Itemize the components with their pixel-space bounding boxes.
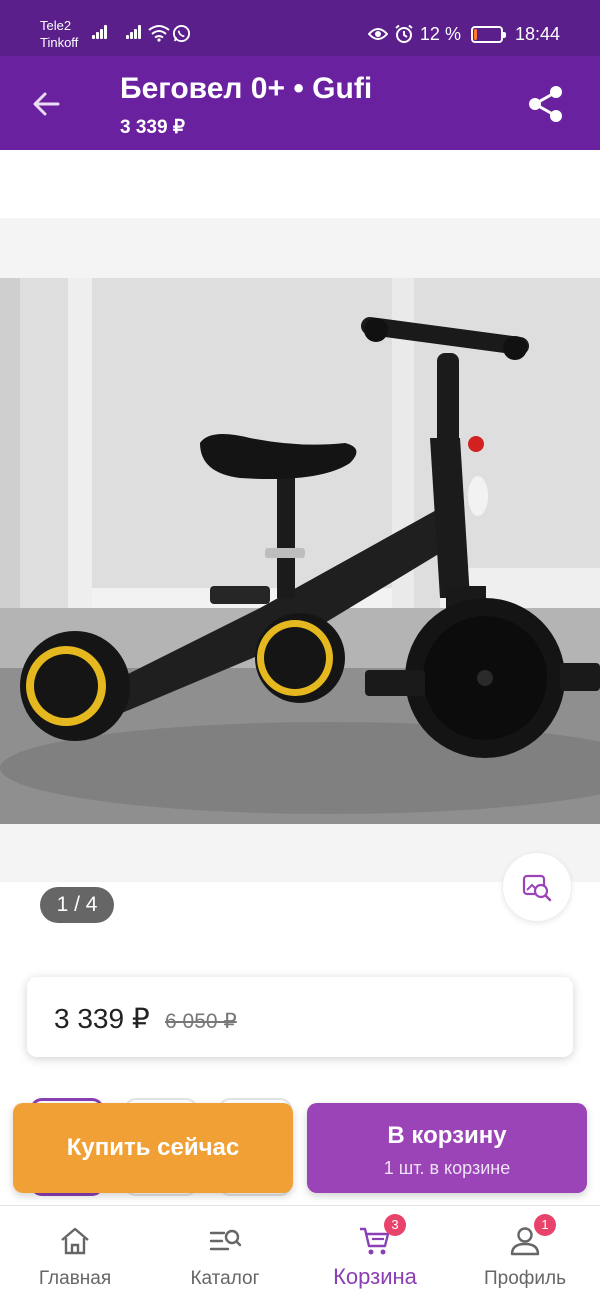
nav-item-profile[interactable]: 1 Профиль [450,1206,600,1299]
arrow-left-icon[interactable] [28,86,64,122]
in-cart-note: 1 шт. в корзине [383,1158,511,1178]
cart-badge: 3 [384,1214,406,1236]
clock: 18:44 [514,23,560,44]
image-counter: 1 / 4 [40,887,114,923]
old-price: 6 050 ₽ [165,1010,237,1033]
product-photo[interactable] [0,278,600,824]
nav-label-home: Главная [38,1268,112,1289]
image-search-icon [522,874,552,902]
header-price: 3 339 ₽ [120,117,185,138]
carrier-1: Tele2 [40,18,72,33]
alarm-icon [395,24,413,43]
nav-item-home[interactable]: Главная [0,1206,150,1299]
eye-icon [367,28,388,40]
wifi-icon [148,25,170,42]
signal-2-icon [126,25,142,39]
signal-1-icon [92,25,108,39]
image-search-button[interactable] [502,852,572,922]
profile-badge: 1 [534,1214,556,1236]
price-card: 3 339 ₽ 6 050 ₽ [27,977,573,1057]
home-icon [61,1227,89,1255]
battery-percent: 12 % [419,23,461,44]
nav-item-catalog[interactable]: Каталог [150,1206,300,1299]
nav-label-catalog: Каталог [190,1268,260,1289]
catalog-search-icon [209,1229,242,1251]
current-price: 3 339 ₽ [54,1003,150,1034]
battery-level [473,28,477,40]
whatsapp-icon [172,24,191,43]
bottom-nav: Главная Каталог 3 Корзина 1 Профиль [0,1205,600,1299]
share-icon[interactable] [526,84,566,124]
status-right: 12 % 18:44 [367,22,560,46]
product-title: Беговел 0+ • Gufi [120,72,373,105]
status-bar: Tele2 Tinkoff 12 % 18:44 [0,0,600,56]
gallery-top-strip [0,218,600,278]
carrier-names: Tele2 Tinkoff [40,17,78,51]
add-to-cart-button[interactable]: В корзину 1 шт. в корзине [307,1103,587,1193]
nav-label-profile: Профиль [483,1268,567,1289]
nav-item-cart[interactable]: 3 Корзина [300,1206,450,1299]
buy-now-label: Купить сейчас [66,1134,240,1161]
app-bar: Беговел 0+ • Gufi 3 339 ₽ [0,56,600,150]
carrier-2: Tinkoff [40,35,79,50]
battery-icon [470,25,506,43]
nav-label-cart: Корзина [333,1264,417,1289]
add-to-cart-label: В корзину [387,1122,507,1149]
buy-now-button[interactable]: Купить сейчас [13,1103,293,1193]
